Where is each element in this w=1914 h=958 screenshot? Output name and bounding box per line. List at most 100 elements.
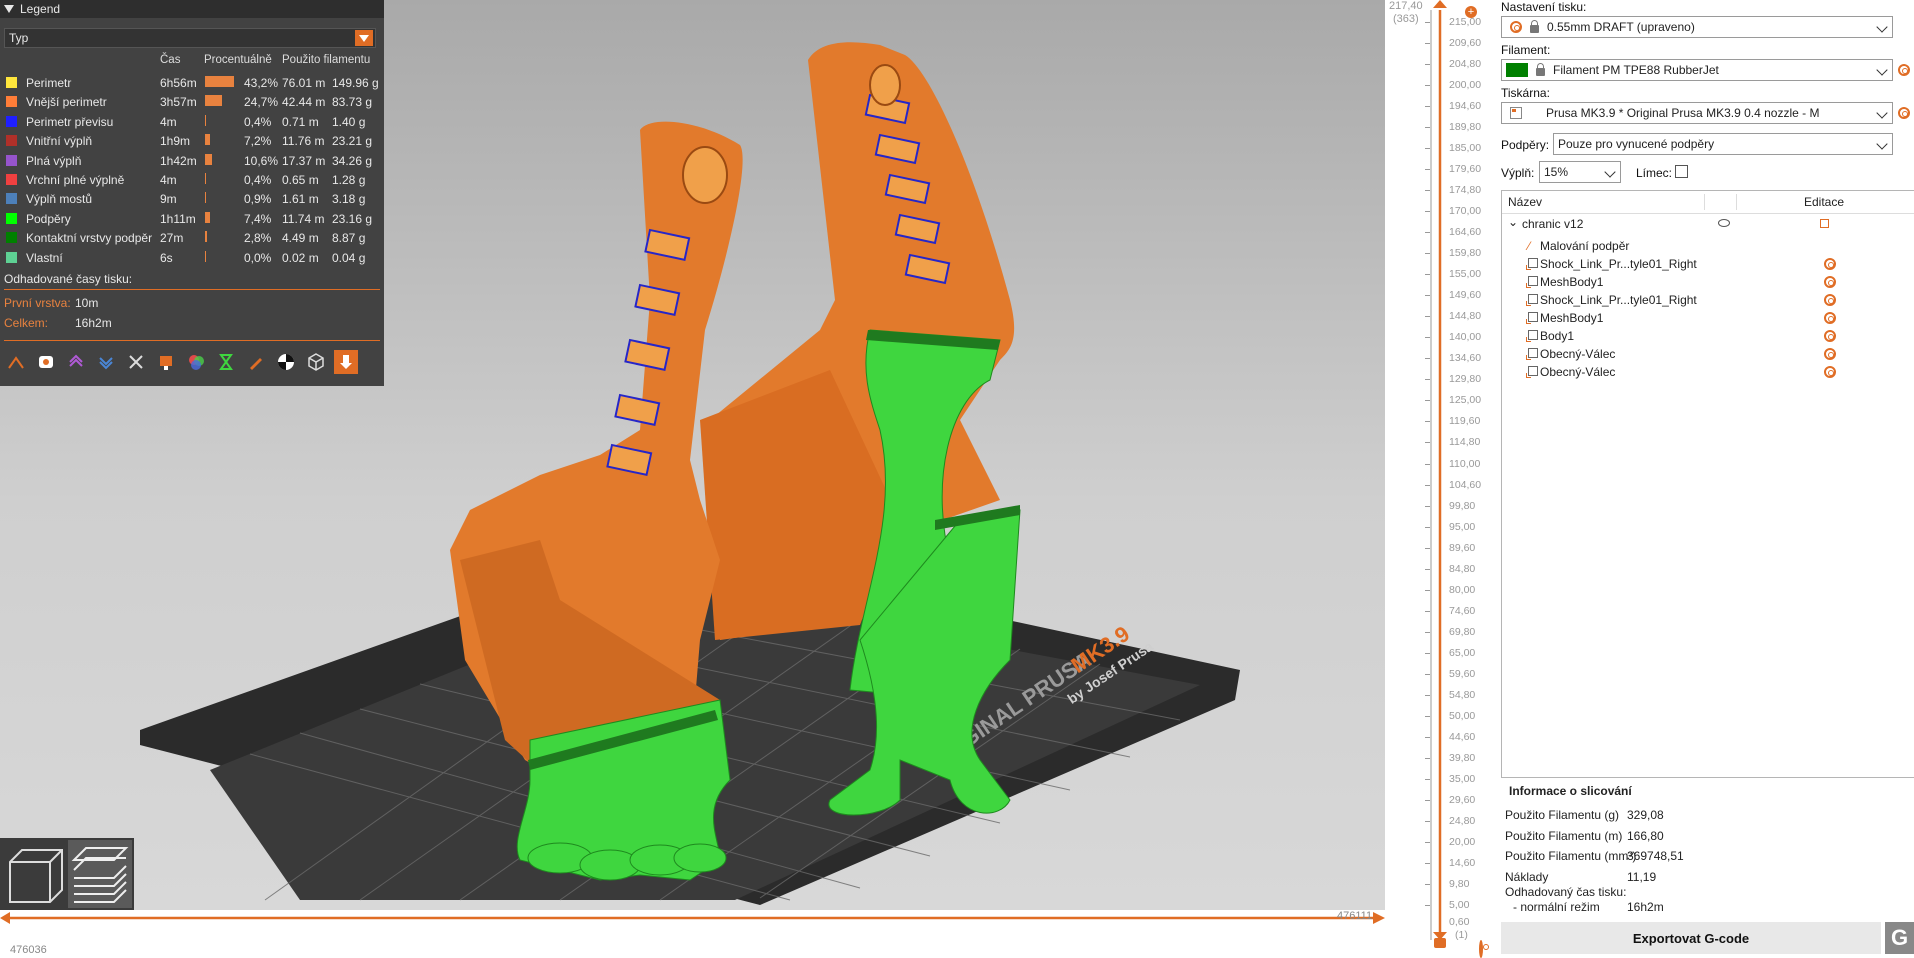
vslider-tick-mark (1425, 22, 1430, 23)
legend-item-time: 4m (160, 173, 177, 187)
part-settings-icon[interactable] (1824, 258, 1836, 270)
part-icon (1526, 312, 1538, 324)
center-of-gravity-icon[interactable] (274, 350, 298, 374)
object-list-item[interactable]: Obecný-Válec (1502, 361, 1914, 383)
preview-button[interactable] (68, 840, 132, 908)
part-settings-icon[interactable] (1824, 348, 1836, 360)
legend-item-weight: 23.21 g (332, 134, 373, 149)
part-settings-icon[interactable] (1824, 294, 1836, 306)
legend-item[interactable]: Podpěry 1h11m 7,4% 11.74 m 23.16 g (0, 209, 384, 228)
filament-settings-icon[interactable] (1898, 64, 1910, 76)
shells-icon[interactable] (304, 350, 328, 374)
part-settings-icon[interactable] (1824, 366, 1836, 378)
vslider-tick-label: 24,80 (1449, 814, 1476, 827)
deretractions-icon[interactable] (94, 350, 118, 374)
object-item-label: Obecný-Válec (1540, 347, 1616, 361)
tool-marker-icon[interactable] (334, 350, 358, 374)
vertical-layer-slider[interactable]: + 217,40 (363) 215,00 209,60 204,80 200,00 1… (1385, 0, 1497, 958)
edit-object-icon[interactable] (1820, 219, 1829, 228)
paint-supports-icon: ⁄ (1528, 239, 1531, 253)
color-changes-icon[interactable] (184, 350, 208, 374)
legend-divider (4, 289, 380, 290)
retractions-icon[interactable] (64, 350, 88, 374)
printer-select[interactable]: Prusa MK3.9 * Original Prusa MK3.9 0.4 n… (1501, 102, 1893, 124)
wipe-icon[interactable] (34, 350, 58, 374)
vslider-tick-mark (1425, 610, 1430, 612)
legend-item-bar (205, 76, 235, 87)
object-root[interactable]: ⌄ chranic v12 (1502, 213, 1914, 235)
dropdown-arrow-icon[interactable] (355, 30, 373, 46)
cog-icon[interactable] (1479, 940, 1483, 958)
collapse-triangle-icon[interactable] (4, 5, 14, 13)
slice-info-value: 329,08 (1627, 808, 1664, 822)
legend-item-weight: 149.96 g (332, 76, 379, 90)
part-settings-icon[interactable] (1824, 312, 1836, 324)
legend-item[interactable]: Kontaktní vrstvy podpěr 27m 2,8% 4.49 m … (0, 228, 384, 247)
slice-info-label: Použito Filamentu (mm³) (1505, 849, 1637, 863)
legend-item[interactable]: Vnější perimetr 3h57m 24,7% 42.44 m 83.7… (0, 92, 384, 111)
pause-prints-icon[interactable] (214, 350, 238, 374)
slice-info-value: 11,19 (1627, 869, 1657, 884)
lock-icon[interactable] (1434, 938, 1446, 948)
eye-icon[interactable] (1718, 219, 1730, 227)
vslider-tick-label: 35,00 (1449, 772, 1476, 785)
legend-item[interactable]: Plná výplň 1h42m 10,6% 17.37 m 34.26 g (0, 151, 384, 170)
gcode-preview-button[interactable]: G (1885, 922, 1914, 954)
seams-icon[interactable] (124, 350, 148, 374)
legend-item[interactable]: Vnitřní výplň 1h9m 7,2% 11.76 m 23.21 g (0, 131, 384, 150)
expand-chevron-icon[interactable]: ⌄ (1508, 215, 1518, 229)
legend-item-label: Výplň mostů (26, 192, 93, 207)
legend-item-weight: 1.28 g (332, 173, 366, 187)
infill-select[interactable]: 15% (1539, 161, 1621, 183)
printer-value: Prusa MK3.9 * Original Prusa MK3.9 0.4 n… (1546, 106, 1820, 120)
supports-select[interactable]: Pouze pro vynucené podpěry (1553, 133, 1893, 155)
export-gcode-button[interactable]: Exportovat G-code (1501, 922, 1881, 954)
legend-item[interactable]: Perimetr převisu 4m 0,4% 0.71 m 1.40 g (0, 112, 384, 131)
legend-item-length: 0.02 m (282, 250, 319, 265)
brim-checkbox[interactable] (1675, 165, 1688, 178)
legend-item-label: Perimetr převisu (26, 114, 114, 129)
legend-item[interactable]: Perimetr 6h56m 43,2% 76.01 m 149.96 g (0, 73, 384, 92)
filament-select[interactable]: Filament PM TPE88 RubberJet (1501, 59, 1893, 81)
vslider-tick-label: 194,60 (1449, 100, 1482, 113)
legend-item-label: Vrchní plné výplně (26, 173, 125, 187)
legend-item-time: 4m (160, 114, 177, 129)
object-root-label: chranic v12 (1522, 217, 1584, 231)
legend-item[interactable]: Výplň mostů 9m 0,9% 1.61 m 3.18 g (0, 189, 384, 208)
vslider-tick-mark (1425, 106, 1430, 108)
horizontal-slider[interactable]: 476036 476111 (0, 910, 1385, 958)
vslider-tick-label: 114,80 (1449, 436, 1481, 449)
object-list[interactable]: Název Editace ⌄ chranic v12 ⁄ Malování p… (1501, 190, 1914, 778)
custom-gcodes-icon[interactable] (244, 350, 268, 374)
vslider-tick-mark (1425, 463, 1430, 465)
tool-changes-icon[interactable] (154, 350, 178, 374)
legend-item[interactable]: Vrchní plné výplně 4m 0,4% 0.65 m 1.28 g (0, 170, 384, 189)
legend-item[interactable]: Vlastní 6s 0,0% 0.02 m 0.04 g (0, 248, 384, 267)
print-settings-value: 0.55mm DRAFT (upraveno) (1547, 20, 1695, 34)
travel-icon[interactable] (4, 350, 28, 374)
legend-item-weight: 8.87 g (332, 231, 366, 246)
object-list-header: Název Editace (1502, 191, 1914, 214)
legend-view-type-select[interactable]: Typ (4, 28, 376, 48)
vslider-tick-label: 59,60 (1449, 667, 1476, 680)
legend-item-bar (205, 192, 206, 204)
3d-view-button[interactable] (2, 840, 66, 908)
vslider-tick-label: 14,60 (1449, 856, 1476, 869)
print-settings-select[interactable]: 0.55mm DRAFT (upraveno) (1501, 16, 1893, 38)
legend-panel: Legend Typ Čas Procentuálně Použito fila… (0, 0, 384, 386)
slice-info-value: 166,80 (1627, 828, 1664, 843)
vslider-tick-label: 50,00 (1449, 709, 1476, 722)
vslider-tick-label: 149,60 (1449, 289, 1482, 302)
legend-item-percent: 0,4% (244, 173, 272, 187)
vslider-tick-label: 74,60 (1449, 604, 1476, 617)
vslider-tick-label: 89,60 (1449, 541, 1476, 554)
legend-item-time: 1h9m (160, 134, 191, 149)
legend-swatch (6, 251, 17, 263)
vslider-tick-label: 20,00 (1449, 835, 1476, 848)
part-settings-icon[interactable] (1824, 276, 1836, 288)
part-settings-icon[interactable] (1824, 330, 1836, 342)
legend-header[interactable]: Legend (0, 0, 384, 18)
legend-item-bar (205, 134, 210, 146)
printer-settings-icon[interactable] (1898, 107, 1910, 119)
3d-viewport[interactable]: ORIGINAL PRUSA MK3.9 by Josef Prusa Lege… (0, 0, 1385, 910)
